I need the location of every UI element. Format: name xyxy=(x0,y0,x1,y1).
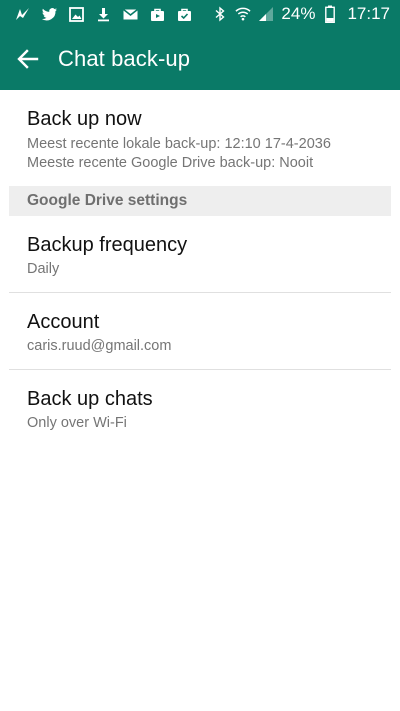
battery-icon xyxy=(322,5,338,23)
status-bar: 24% 17:17 xyxy=(0,0,400,28)
backup-now-item[interactable]: Back up now Meest recente lokale back-up… xyxy=(0,90,400,186)
whatsapp-icon xyxy=(14,6,31,23)
last-drive-backup: Meeste recente Google Drive back-up: Noo… xyxy=(27,155,314,171)
backup-chats-value: Only over Wi-Fi xyxy=(27,415,127,431)
bluetooth-icon xyxy=(212,6,228,22)
backup-chats-label: Back up chats xyxy=(27,388,153,410)
signal-icon xyxy=(258,6,274,22)
account-label: Account xyxy=(27,311,100,333)
notification-icons xyxy=(14,6,193,23)
wifi-icon xyxy=(235,6,251,22)
arrow-back-icon xyxy=(17,49,39,69)
backup-chats-item[interactable]: Back up chats Only over Wi-Fi xyxy=(0,370,400,446)
backup-frequency-label: Backup frequency xyxy=(27,234,188,256)
system-status: 24% 17:17 xyxy=(212,4,390,24)
back-button[interactable] xyxy=(2,28,54,90)
clock: 17:17 xyxy=(347,4,390,23)
backup-now-label: Back up now xyxy=(27,108,142,130)
last-local-backup: Meest recente lokale back-up: 12:10 17-4… xyxy=(27,136,331,152)
page-title: Chat back-up xyxy=(58,46,191,71)
app-bar: Chat back-up xyxy=(0,28,400,90)
check-bag-icon xyxy=(176,6,193,23)
backup-frequency-item[interactable]: Backup frequency Daily xyxy=(0,216,400,292)
drive-settings-header: Google Drive settings xyxy=(9,186,391,216)
account-value: caris.ruud@gmail.com xyxy=(27,338,172,354)
download-icon xyxy=(95,6,112,23)
bag-icon xyxy=(149,6,166,23)
battery-level: 24% xyxy=(281,4,316,23)
image-icon xyxy=(68,6,85,23)
twitter-icon xyxy=(41,6,58,23)
mail-icon xyxy=(122,6,139,23)
settings-list: Back up now Meest recente lokale back-up… xyxy=(0,90,400,446)
backup-frequency-value: Daily xyxy=(27,261,60,277)
account-item[interactable]: Account caris.ruud@gmail.com xyxy=(0,293,400,369)
